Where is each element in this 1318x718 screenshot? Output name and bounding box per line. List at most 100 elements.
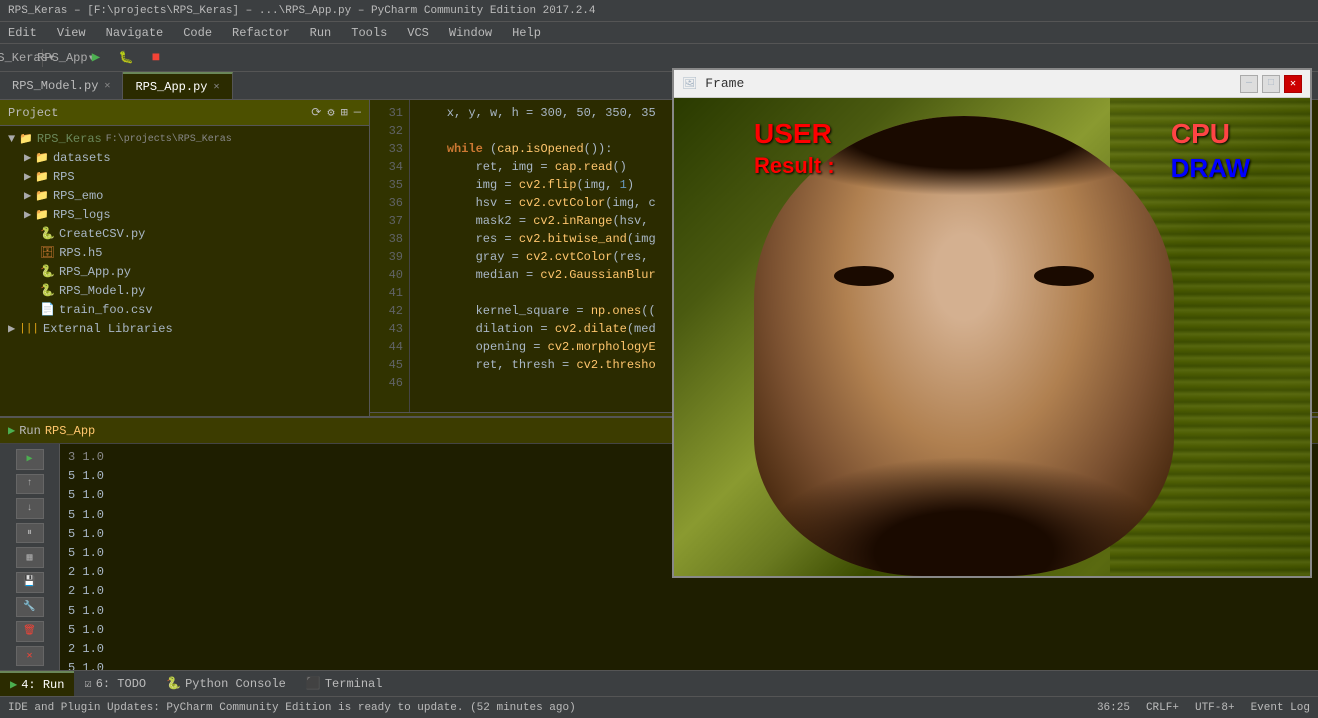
tree-item-rps-h5[interactable]: 🗄 RPS.h5 bbox=[16, 243, 369, 262]
rps-logs-arrow-icon: ▶ bbox=[24, 207, 31, 222]
tree-root-label: RPS_Keras bbox=[37, 132, 102, 146]
tree-item-datasets[interactable]: ▶ 📁 datasets bbox=[16, 148, 369, 167]
tree-item-rps-model[interactable]: 🐍 RPS_Model.py bbox=[16, 281, 369, 300]
expand-icon[interactable]: ⊞ bbox=[341, 105, 348, 120]
tab-rps-app-close[interactable]: ✕ bbox=[213, 81, 219, 93]
todo-tab-icon: ☑ bbox=[84, 676, 91, 691]
run-delete-btn[interactable]: 🗑 bbox=[16, 621, 44, 642]
gear-icon[interactable]: ⚙ bbox=[327, 105, 334, 120]
run-close-btn[interactable]: ✕ bbox=[16, 646, 44, 667]
tree-item-train-foo[interactable]: 📄 train_foo.csv bbox=[16, 300, 369, 319]
menu-edit[interactable]: Edit bbox=[4, 24, 41, 42]
frame-draw-label: DRAW bbox=[1171, 153, 1250, 184]
menu-vcs[interactable]: VCS bbox=[403, 24, 433, 42]
createcsv-file-icon: 🐍 bbox=[40, 226, 55, 241]
menu-code[interactable]: Code bbox=[179, 24, 216, 42]
menu-view[interactable]: View bbox=[53, 24, 90, 42]
tab-todo[interactable]: ☑ 6: TODO bbox=[74, 671, 156, 696]
tree-ext-libs-label: External Libraries bbox=[43, 322, 173, 336]
rps-folder-icon: 📁 bbox=[35, 170, 49, 184]
arrow-right-icon: ▶ bbox=[24, 150, 31, 165]
left-eye bbox=[834, 266, 894, 286]
frame-close-btn[interactable]: ✕ bbox=[1284, 75, 1302, 93]
line-num-43: 43 bbox=[376, 320, 403, 338]
sync-icon[interactable]: ⟳ bbox=[311, 105, 321, 120]
bottom-tab-bar: ▶ 4: Run ☑ 6: TODO 🐍 Python Console ⬛ Te… bbox=[0, 670, 1318, 696]
status-event-log[interactable]: Event Log bbox=[1251, 702, 1310, 714]
menu-navigate[interactable]: Navigate bbox=[102, 24, 168, 42]
line-num-36: 36 bbox=[376, 194, 403, 212]
menu-bar: Edit View Navigate Code Refactor Run Too… bbox=[0, 22, 1318, 44]
project-header: Project ⟳ ⚙ ⊞ — bbox=[0, 100, 369, 126]
frame-maximize-btn[interactable]: □ bbox=[1262, 75, 1280, 93]
status-position[interactable]: 36:25 bbox=[1097, 702, 1130, 714]
face-silhouette bbox=[754, 116, 1174, 576]
terminal-icon: ⬛ bbox=[306, 676, 321, 691]
output-row-7: 5 1.0 bbox=[68, 602, 1310, 621]
rps-emo-folder-icon: 📁 bbox=[35, 189, 49, 203]
tree-item-createcsv[interactable]: 🐍 CreateCSV.py bbox=[16, 224, 369, 243]
tree-rps-h5-label: RPS.h5 bbox=[59, 246, 102, 260]
frame-result-label: Result : bbox=[754, 153, 835, 179]
line-num-34: 34 bbox=[376, 158, 403, 176]
line-num-38: 38 bbox=[376, 230, 403, 248]
tab-run[interactable]: ▶ 4: Run bbox=[0, 671, 74, 696]
frame-minimize-btn[interactable]: — bbox=[1240, 75, 1258, 93]
ext-libs-folder-icon: ||| bbox=[19, 323, 39, 335]
rps-model-file-icon: 🐍 bbox=[40, 283, 55, 298]
tab-rps-model-close[interactable]: ✕ bbox=[104, 80, 110, 92]
frame-user-label: USER bbox=[754, 118, 832, 150]
title-bar: RPS_Keras – [F:\projects\RPS_Keras] – ..… bbox=[0, 0, 1318, 22]
menu-window[interactable]: Window bbox=[445, 24, 496, 42]
menu-refactor[interactable]: Refactor bbox=[228, 24, 294, 42]
tab-terminal[interactable]: ⬛ Terminal bbox=[296, 671, 393, 696]
project-tree: ▼ 📁 RPS_Keras F:\projects\RPS_Keras ▶ 📁 … bbox=[0, 126, 369, 434]
line-num-37: 37 bbox=[376, 212, 403, 230]
line-num-39: 39 bbox=[376, 248, 403, 266]
menu-tools[interactable]: Tools bbox=[347, 24, 391, 42]
run-config-name: RPS_App bbox=[45, 424, 95, 438]
run-tool-btn[interactable]: 🔧 bbox=[16, 597, 44, 618]
run-tab-label: 4: Run bbox=[21, 678, 64, 692]
run-up-btn[interactable]: ↑ bbox=[16, 474, 44, 495]
status-bar: IDE and Plugin Updates: PyCharm Communit… bbox=[0, 696, 1318, 718]
rps-h5-file-icon: 🗄 bbox=[40, 245, 55, 260]
root-folder-icon: 📁 bbox=[19, 132, 33, 146]
output-row-8: 5 1.0 bbox=[68, 621, 1310, 640]
run-pause-btn[interactable]: ⏸ bbox=[16, 523, 44, 544]
arrow-down-icon: ▼ bbox=[8, 132, 15, 146]
tab-rps-app[interactable]: RPS_App.py ✕ bbox=[123, 72, 232, 99]
line-numbers: 31 32 33 34 35 36 37 38 39 40 41 42 43 4… bbox=[370, 100, 410, 412]
run-tab-icon: ▶ bbox=[10, 677, 17, 692]
tree-item-root[interactable]: ▼ 📁 RPS_Keras F:\projects\RPS_Keras bbox=[0, 130, 369, 148]
frame-cpu-label: CPU bbox=[1171, 118, 1230, 150]
tree-item-external-libs[interactable]: ▶ ||| External Libraries bbox=[0, 319, 369, 338]
line-num-33: 33 bbox=[376, 140, 403, 158]
status-encoding[interactable]: CRLF+ bbox=[1146, 702, 1179, 714]
run-save-btn[interactable]: 💾 bbox=[16, 572, 44, 593]
tab-rps-model-label: RPS_Model.py bbox=[12, 79, 98, 93]
tab-rps-model[interactable]: RPS_Model.py ✕ bbox=[0, 72, 123, 99]
tree-rps-model-label: RPS_Model.py bbox=[59, 284, 145, 298]
project-dropdown[interactable]: RPS_Keras ▾ bbox=[8, 47, 30, 69]
debug-button[interactable]: 🐛 bbox=[115, 47, 137, 69]
collapse-icon[interactable]: — bbox=[354, 105, 361, 120]
run-table-btn[interactable]: ▦ bbox=[16, 547, 44, 568]
tab-python-console[interactable]: 🐍 Python Console bbox=[156, 671, 296, 696]
run-down-btn[interactable]: ↓ bbox=[16, 498, 44, 519]
menu-help[interactable]: Help bbox=[508, 24, 545, 42]
stop-button[interactable]: ■ bbox=[145, 47, 167, 69]
status-charset[interactable]: UTF-8+ bbox=[1195, 702, 1235, 714]
run-restart-btn[interactable]: ▶ bbox=[16, 449, 44, 470]
menu-run[interactable]: Run bbox=[306, 24, 336, 42]
output-row-9: 2 1.0 bbox=[68, 640, 1310, 659]
tree-item-rps-logs[interactable]: ▶ 📁 RPS_logs bbox=[16, 205, 369, 224]
tree-item-rps[interactable]: ▶ 📁 RPS bbox=[16, 167, 369, 186]
tree-item-rps-emo[interactable]: ▶ 📁 RPS_emo bbox=[16, 186, 369, 205]
tree-rps-app-label: RPS_App.py bbox=[59, 265, 131, 279]
tree-item-rps-app[interactable]: 🐍 RPS_App.py bbox=[16, 262, 369, 281]
line-num-31: 31 bbox=[376, 104, 403, 122]
run-button[interactable]: ▶ bbox=[85, 47, 107, 69]
run-config-dropdown[interactable]: RPS_App ▾ bbox=[55, 47, 77, 69]
python-console-label: Python Console bbox=[185, 677, 286, 691]
